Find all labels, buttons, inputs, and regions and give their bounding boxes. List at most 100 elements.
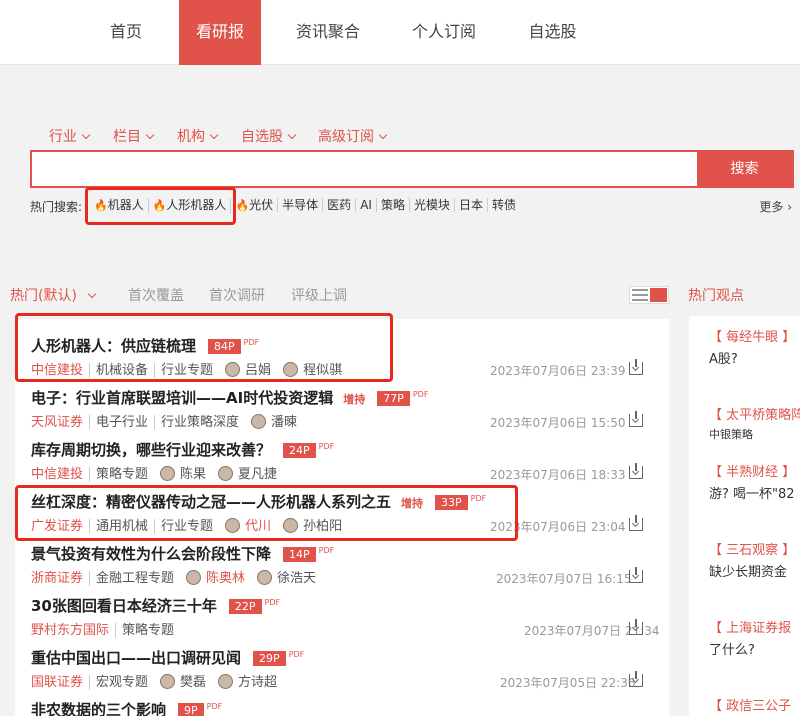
sort-rating-upgrade[interactable]: 评级上调: [291, 285, 347, 305]
filter-column[interactable]: 栏目: [113, 126, 155, 146]
download-icon[interactable]: [629, 411, 643, 427]
report-date: 2023年07月06日 23:39: [490, 364, 626, 378]
report-row[interactable]: 库存周期切换，哪些行业迎来改善？ 24P PDF 中信建投 策略专题 陈果 夏凡捷 2023年…: [15, 433, 669, 485]
sort-first-coverage[interactable]: 首次覆盖: [128, 285, 184, 305]
report-title[interactable]: 人形机器人：供应链梳理 84P PDF: [31, 335, 259, 356]
hot-tag[interactable]: 日本: [453, 198, 487, 212]
filter-watchlist[interactable]: 自选股: [241, 126, 297, 146]
broker-link[interactable]: 天风证券: [31, 415, 83, 430]
report-title[interactable]: 30张图回看日本经济三十年 22P PDF: [31, 595, 280, 616]
author[interactable]: 夏凡捷: [218, 466, 277, 482]
report-tag[interactable]: 金融工程专题: [89, 571, 175, 586]
report-row[interactable]: 重估中国出口——出口调研见闻 29P PDF 国联证券 宏观专题 樊磊 方诗超 2023年07…: [15, 641, 669, 693]
download-icon[interactable]: [629, 463, 643, 479]
author[interactable]: 吕娟: [225, 362, 271, 378]
chevron-down-icon: [81, 130, 91, 140]
report-row[interactable]: 30张图回看日本经济三十年 22P PDF 野村东方国际 策略专题 2023年07月07日…: [15, 589, 669, 641]
download-icon[interactable]: [629, 619, 643, 635]
hot-opinions-panel: 【 每经牛眼 】 A股? 【 太平桥策略阵 中银策略【 半熟财经 】游? 喝一杯"82…: [689, 316, 800, 716]
author[interactable]: 樊磊: [160, 674, 206, 690]
report-tag[interactable]: 行业专题: [154, 519, 214, 534]
report-row[interactable]: 景气投资有效性为什么会阶段性下降 14P PDF 浙商证券 金融工程专题 陈奥林 徐浩天 20…: [15, 537, 669, 589]
hot-tag[interactable]: 转债: [486, 198, 520, 212]
report-title[interactable]: 库存周期切换，哪些行业迎来改善？ 24P PDF: [31, 439, 334, 460]
page-count-badge: 22P: [228, 599, 262, 614]
report-tag[interactable]: 宏观专题: [89, 675, 149, 690]
opinion-item[interactable]: 【 政信三公子: [689, 695, 800, 716]
nav-subscriptions[interactable]: 个人订阅: [404, 0, 484, 65]
nav-watchlist[interactable]: 自选股: [520, 0, 585, 65]
report-row[interactable]: 丝杠深度：精密仪器传动之冠——人形机器人系列之五 增持 33P PDF 广发证券 通用机械…: [15, 485, 669, 537]
author[interactable]: 方诗超: [218, 674, 277, 690]
pdf-label: PDF: [318, 546, 335, 555]
hot-tag-label: 医药: [327, 198, 352, 212]
filter-institution[interactable]: 机构: [177, 126, 219, 146]
author[interactable]: 徐浩天: [257, 570, 316, 586]
report-title[interactable]: 丝杠深度：精密仪器传动之冠——人形机器人系列之五 增持 33P PDF: [31, 491, 486, 512]
opinion-item[interactable]: 【 太平桥策略阵 中银策略: [689, 404, 800, 452]
broker-link[interactable]: 野村东方国际: [31, 623, 109, 638]
report-tag[interactable]: 行业策略深度: [154, 415, 240, 430]
report-title[interactable]: 重估中国出口——出口调研见闻 29P PDF: [31, 647, 304, 668]
hot-tag[interactable]: 策略: [375, 198, 409, 212]
report-date: 2023年07月06日 23:04: [490, 520, 626, 534]
opinion-item[interactable]: 【 上海证券报 了什么?: [689, 617, 800, 665]
opinion-text: 游? 喝一杯"82: [709, 487, 795, 502]
author[interactable]: 代川: [225, 518, 271, 534]
report-meta: 中信建投 机械设备 行业专题 吕娟 程似骐: [31, 359, 342, 378]
hot-tag[interactable]: 光模块: [408, 198, 454, 212]
author[interactable]: 潘暕: [251, 414, 297, 430]
more-link[interactable]: 更多 ›: [759, 198, 792, 215]
sort-hot[interactable]: 热门(默认): [10, 285, 97, 305]
author[interactable]: 程似骐: [283, 362, 342, 378]
pdf-label: PDF: [318, 442, 335, 451]
hot-tag[interactable]: 半导体: [277, 198, 322, 212]
author[interactable]: 陈奥林: [186, 570, 245, 586]
broker-link[interactable]: 中信建投: [31, 363, 83, 378]
report-title-text: 重估中国出口——出口调研见闻: [31, 649, 242, 667]
report-row[interactable]: 非农数据的三个影响 9P PDF: [15, 693, 669, 716]
search-button[interactable]: 搜索: [697, 152, 792, 186]
hot-tag[interactable]: 🔥光伏: [230, 198, 277, 213]
report-row[interactable]: 人形机器人：供应链梳理 84P PDF 中信建投 机械设备 行业专题 吕娟 程似骐 2023年0…: [15, 329, 669, 381]
opinion-item[interactable]: 【 三石观察 】缺少长期资金: [689, 539, 800, 587]
report-tag[interactable]: 电子行业: [89, 415, 149, 430]
download-icon[interactable]: [629, 359, 643, 375]
download-icon[interactable]: [629, 567, 643, 583]
nav-research-reports[interactable]: 看研报: [179, 0, 261, 65]
opinion-item[interactable]: 【 半熟财经 】游? 喝一杯"82: [689, 461, 800, 509]
broker-link[interactable]: 国联证券: [31, 675, 83, 690]
view-toggle[interactable]: [629, 286, 669, 304]
broker-link[interactable]: 广发证券: [31, 519, 83, 534]
report-tag[interactable]: 策略专题: [89, 467, 149, 482]
broker-link[interactable]: 中信建投: [31, 467, 83, 482]
report-tag[interactable]: 策略专题: [115, 623, 175, 638]
author[interactable]: 陈果: [160, 466, 206, 482]
list-view-icon[interactable]: [632, 289, 648, 301]
card-view-icon[interactable]: [650, 288, 667, 302]
report-tag[interactable]: 通用机械: [89, 519, 149, 534]
hot-tag[interactable]: AI: [355, 198, 376, 212]
report-tag[interactable]: 行业专题: [154, 363, 214, 378]
hot-tag[interactable]: 🔥机器人: [90, 198, 148, 213]
download-icon[interactable]: [629, 671, 643, 687]
sort-first-survey[interactable]: 首次调研: [209, 285, 265, 305]
broker-link[interactable]: 浙商证券: [31, 571, 83, 586]
report-title[interactable]: 非农数据的三个影响 9P PDF: [31, 699, 222, 716]
filter-industry[interactable]: 行业: [49, 126, 91, 146]
author[interactable]: 孙柏阳: [283, 518, 342, 534]
filter-advanced[interactable]: 高级订阅: [318, 126, 388, 146]
report-row[interactable]: 电子：行业首席联盟培训——AI时代投资逻辑 增持 77P PDF 天风证券 电子行业 行业策…: [15, 381, 669, 433]
hot-tag[interactable]: 🔥人形机器人: [147, 198, 231, 213]
report-title[interactable]: 电子：行业首席联盟培训——AI时代投资逻辑 增持 77P PDF: [31, 387, 428, 408]
opinion-item[interactable]: 【 每经牛眼 】 A股?: [689, 326, 800, 374]
pdf-label: PDF: [243, 338, 260, 347]
nav-news-aggregation[interactable]: 资讯聚合: [288, 0, 368, 65]
report-tag[interactable]: 机械设备: [89, 363, 149, 378]
hot-tag[interactable]: 医药: [322, 198, 355, 212]
nav-home[interactable]: 首页: [96, 0, 156, 65]
report-meta: 野村东方国际 策略专题: [31, 619, 175, 638]
search-input[interactable]: [32, 152, 696, 186]
download-icon[interactable]: [629, 515, 643, 531]
report-title[interactable]: 景气投资有效性为什么会阶段性下降 14P PDF: [31, 543, 334, 564]
